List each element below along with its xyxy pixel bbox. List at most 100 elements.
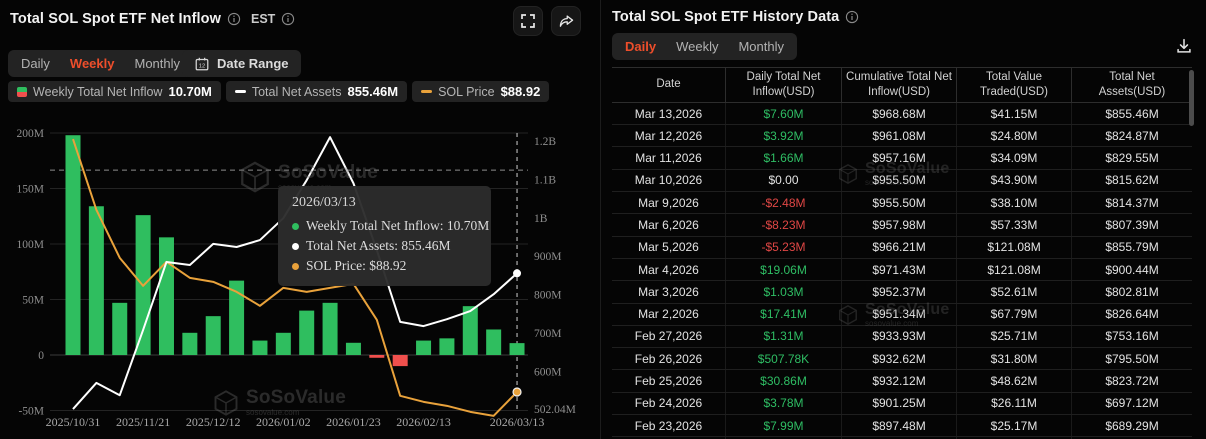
left-axis-tick: 150M <box>17 184 44 196</box>
inflow-bar[interactable] <box>393 355 408 366</box>
table-row: Feb 23,2026$7.99M$897.48M$25.17M$689.29M <box>612 415 1192 437</box>
inflow-bar[interactable] <box>89 206 104 355</box>
cell-assets: $807.39M <box>1072 214 1192 235</box>
legend-item-2[interactable]: SOL Price$88.92 <box>412 81 549 102</box>
table-row: Feb 24,2026$3.78M$901.25M$26.11M$697.12M <box>612 393 1192 415</box>
inflow-bar[interactable] <box>346 343 361 355</box>
chart-panel-title: Total SOL Spot ETF Net Inflow <box>10 11 221 27</box>
info-icon[interactable] <box>227 12 241 26</box>
inflow-bar[interactable] <box>416 341 431 355</box>
cell-cumulative: $968.68M <box>842 103 957 124</box>
cell-date: Feb 24,2026 <box>612 393 726 414</box>
table-row: Mar 12,2026$3.92M$961.08M$24.80M$824.87M <box>612 125 1192 147</box>
inflow-bar[interactable] <box>252 341 267 355</box>
legend-label: SOL Price <box>438 85 495 99</box>
inflow-bar[interactable] <box>510 343 525 355</box>
tab-daily[interactable]: Daily <box>11 50 60 77</box>
right-axis-tick: 1B <box>534 213 548 225</box>
cell-cumulative: $955.50M <box>842 170 957 191</box>
cell-inflow: $1.31M <box>726 326 842 347</box>
share-button[interactable] <box>551 6 581 36</box>
inflow-bar[interactable] <box>369 355 384 358</box>
legend-value: 855.46M <box>347 84 398 99</box>
history-table: DateDaily Total Net Inflow(USD)Cumulativ… <box>612 67 1192 439</box>
cell-cumulative: $932.12M <box>842 370 957 391</box>
net-assets-endpoint-dot <box>513 269 521 277</box>
inflow-bar[interactable] <box>66 135 81 355</box>
table-row: Mar 9,2026-$2.48M$955.50M$38.10M$814.37M <box>612 192 1192 214</box>
tab-daily[interactable]: Daily <box>615 33 666 60</box>
cell-date: Feb 26,2026 <box>612 348 726 369</box>
inflow-bar[interactable] <box>486 329 501 355</box>
inflow-bar[interactable] <box>182 333 197 355</box>
table-row: Mar 6,2026-$8.23M$957.98M$57.33M$807.39M <box>612 214 1192 236</box>
cell-assets: $855.79M <box>1072 237 1192 258</box>
right-axis-tick: 800M <box>534 290 561 302</box>
cell-traded: $24.80M <box>957 125 1072 146</box>
tab-weekly[interactable]: Weekly <box>60 50 125 77</box>
legend-item-0[interactable]: Weekly Total Net Inflow10.70M <box>8 81 221 102</box>
column-header: Total Value Traded(USD) <box>957 68 1072 102</box>
fullscreen-button[interactable] <box>513 6 543 36</box>
cell-assets: $697.12M <box>1072 393 1192 414</box>
x-axis-tick: 2026/01/23 <box>326 415 381 429</box>
inflow-bar[interactable] <box>439 338 454 355</box>
table-row: Feb 27,2026$1.31M$933.93M$25.71M$753.16M <box>612 326 1192 348</box>
left-axis-tick: 100M <box>17 239 44 251</box>
tab-monthly[interactable]: Monthly <box>728 33 794 60</box>
download-icon <box>1174 36 1194 56</box>
inflow-bar[interactable] <box>112 303 127 355</box>
tooltip-series-dot <box>292 243 299 250</box>
info-icon[interactable] <box>845 10 859 24</box>
x-axis-tick: 2025/12/12 <box>186 415 241 429</box>
table-title-row: Total SOL Spot ETF History Data <box>612 9 859 25</box>
line-swatch-icon <box>235 90 246 94</box>
cell-date: Mar 11,2026 <box>612 147 726 168</box>
right-axis-tick: 1.1B <box>534 174 556 186</box>
x-axis-tick: 2025/11/21 <box>116 415 170 429</box>
x-axis-tick: 2025/10/31 <box>46 415 101 429</box>
column-header: Total Net Assets(USD) <box>1072 68 1192 102</box>
table-row: Mar 4,2026$19.06M$971.43M$121.08M$900.44… <box>612 259 1192 281</box>
cell-inflow: $7.60M <box>726 103 842 124</box>
download-button[interactable] <box>1171 33 1197 59</box>
cell-cumulative: $933.93M <box>842 326 957 347</box>
cell-date: Feb 23,2026 <box>612 415 726 436</box>
info-icon[interactable] <box>281 12 295 26</box>
tooltip-series-text: SOL Price: $88.92 <box>306 256 406 276</box>
table-header-row: DateDaily Total Net Inflow(USD)Cumulativ… <box>612 67 1192 103</box>
tooltip-date: 2026/03/13 <box>292 195 477 211</box>
net-inflow-chart-panel: Total SOL Spot ETF Net Inflow EST DailyW… <box>0 0 600 439</box>
tab-monthly[interactable]: Monthly <box>124 50 190 77</box>
cell-date: Mar 6,2026 <box>612 214 726 235</box>
legend-item-1[interactable]: Total Net Assets855.46M <box>226 81 407 102</box>
legend-value: 10.70M <box>168 84 211 99</box>
inflow-bar[interactable] <box>206 316 221 355</box>
inflow-bar[interactable] <box>323 303 338 355</box>
x-axis-tick: 2026/01/02 <box>256 415 311 429</box>
cell-inflow: $0.00 <box>726 170 842 191</box>
inflow-bar[interactable] <box>299 311 314 355</box>
inflow-bar[interactable] <box>159 237 174 355</box>
column-header: Cumulative Total Net Inflow(USD) <box>842 68 957 102</box>
tab-weekly[interactable]: Weekly <box>666 33 728 60</box>
cell-assets: $824.87M <box>1072 125 1192 146</box>
table-scrollbar-thumb[interactable] <box>1189 70 1194 126</box>
cell-assets: $829.55M <box>1072 147 1192 168</box>
x-axis-tick: 2026/03/13 <box>490 415 545 429</box>
column-header: Date <box>612 68 726 102</box>
inflow-bar[interactable] <box>276 333 291 355</box>
tooltip-row: Weekly Total Net Inflow: 10.70M <box>292 216 477 236</box>
bar-swatch-icon <box>17 87 27 97</box>
right-axis-tick: 1.2B <box>534 136 556 148</box>
cell-assets: $689.29M <box>1072 415 1192 436</box>
timezone-label: EST <box>251 12 275 26</box>
sosovalue-etf-dashboard: Total SOL Spot ETF Net Inflow EST DailyW… <box>0 0 1206 439</box>
cell-cumulative: $951.34M <box>842 304 957 325</box>
cell-traded: $38.10M <box>957 192 1072 213</box>
cell-inflow: -$5.23M <box>726 237 842 258</box>
cell-inflow: $1.03M <box>726 281 842 302</box>
cell-traded: $121.08M <box>957 237 1072 258</box>
cell-cumulative: $932.62M <box>842 348 957 369</box>
date-range-button[interactable]: 12 Date Range <box>182 50 301 77</box>
